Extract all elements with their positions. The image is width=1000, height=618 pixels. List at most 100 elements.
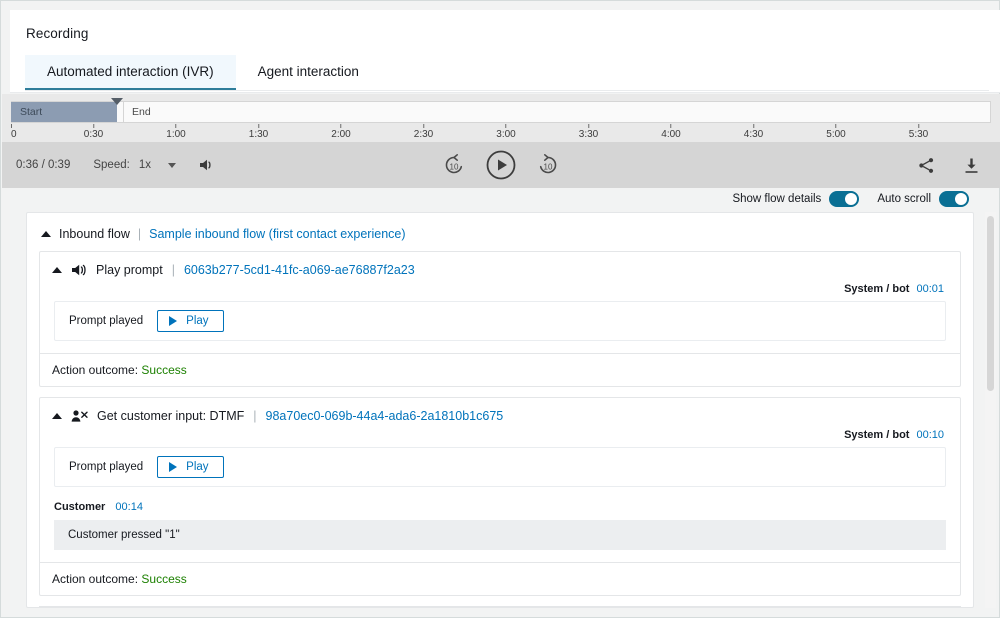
speaker-row: System / bot 00:10 <box>40 425 960 441</box>
action-outcome: Action outcome: Success <box>40 353 960 386</box>
recording-page: Recording Automated interaction (IVR) Ag… <box>0 0 1000 618</box>
page-title: Recording <box>26 26 88 41</box>
player-controls: 0:36 / 0:39 Speed: 1x 10 <box>2 142 1000 188</box>
prompt-played-row: Prompt played Play <box>54 301 946 341</box>
timeline-tick: 0:30 <box>84 124 103 140</box>
forward-10-icon[interactable]: 10 <box>535 152 561 178</box>
tab-agent-interaction-label: Agent interaction <box>258 64 359 79</box>
player-time: 0:36 / 0:39 <box>16 159 70 171</box>
timeline-tick-label: 4:00 <box>661 129 680 140</box>
timeline-tick-mark <box>506 124 507 128</box>
prompt-play-button[interactable]: Play <box>157 456 223 478</box>
tab-automated-interaction[interactable]: Automated interaction (IVR) <box>25 55 236 90</box>
flow-link[interactable]: Sample inbound flow (first contact exper… <box>149 227 405 241</box>
timeline-tick-mark <box>753 124 754 128</box>
rewind-10-icon[interactable]: 10 <box>441 152 467 178</box>
timeline-tick-mark <box>588 124 589 128</box>
timeline-tick-mark <box>11 124 12 128</box>
action-outcome: Action outcome: Success <box>40 562 960 595</box>
prompt-played-label: Prompt played <box>69 315 143 327</box>
tab-agent-interaction[interactable]: Agent interaction <box>236 55 381 90</box>
timeline-tick-mark <box>836 124 837 128</box>
timeline-segment-end[interactable]: End <box>123 102 990 122</box>
flow-block-id-link[interactable]: 6063b277-5cd1-41fc-a069-ae76887f2a23 <box>184 263 415 277</box>
show-flow-details-switch[interactable] <box>829 191 859 207</box>
timeline-tick-label: 2:30 <box>414 129 433 140</box>
timeline-start-label: Start <box>11 106 42 118</box>
action-outcome-value: Success <box>141 572 186 586</box>
action-outcome-prefix: Action outcome: <box>52 363 141 377</box>
timeline-end-label: End <box>124 106 151 118</box>
collapse-block-icon[interactable] <box>52 267 62 273</box>
recording-card: Recording Automated interaction (IVR) Ag… <box>10 10 1000 93</box>
collapse-block-icon[interactable] <box>52 413 62 419</box>
svg-text:10: 10 <box>450 163 459 172</box>
flow-scrollbar-thumb[interactable] <box>987 216 994 391</box>
flow-block-id-link[interactable]: 98a70ec0-069b-44a4-ada6-2a1810b1c675 <box>266 409 504 423</box>
timeline-tick-label: 1:30 <box>249 129 268 140</box>
timeline: Start End 00:301:001:302:002:303:003:304… <box>2 94 1000 142</box>
play-button[interactable] <box>485 149 517 181</box>
svg-text:10: 10 <box>544 163 553 172</box>
speaker-timestamp[interactable]: 00:01 <box>916 283 944 295</box>
flow-name: Inbound flow <box>59 227 130 241</box>
timeline-tick-label: 4:30 <box>744 129 763 140</box>
timeline-segment-start[interactable]: Start <box>11 102 117 122</box>
timeline-tick-label: 5:00 <box>826 129 845 140</box>
play-triangle-icon <box>169 462 177 472</box>
timeline-tick-mark <box>423 124 424 128</box>
timeline-tick-mark <box>341 124 342 128</box>
customer-utterance: Customer pressed "1" <box>54 520 946 550</box>
speed-value[interactable]: 1x <box>139 159 151 171</box>
flow-options: Show flow details Auto scroll <box>732 191 969 207</box>
collapse-flow-icon[interactable] <box>41 231 51 237</box>
timeline-tick-mark <box>93 124 94 128</box>
timeline-tick: 4:30 <box>744 124 763 140</box>
action-outcome-prefix: Action outcome: <box>52 572 141 586</box>
timeline-tick-label: 0:30 <box>84 129 103 140</box>
timeline-tick-mark <box>671 124 672 128</box>
flow-block-get-customer-input: Get customer input: DTMF | 98a70ec0-069b… <box>39 397 961 596</box>
timeline-tick: 1:00 <box>166 124 185 140</box>
show-flow-details-toggle[interactable]: Show flow details <box>732 191 859 207</box>
flow-scrollbar[interactable] <box>985 212 996 608</box>
chevron-down-icon[interactable] <box>168 163 176 168</box>
timeline-tick: 2:30 <box>414 124 433 140</box>
show-flow-details-label: Show flow details <box>732 193 821 205</box>
flow-outcome: Flow outcome: Transfered to flow <box>39 606 961 608</box>
prompt-play-label: Play <box>186 461 208 473</box>
customer-row: Customer 00:14 <box>40 487 960 513</box>
timeline-tick: 1:30 <box>249 124 268 140</box>
timeline-tick-label: 0 <box>11 129 17 140</box>
auto-scroll-switch[interactable] <box>939 191 969 207</box>
prompt-played-label: Prompt played <box>69 461 143 473</box>
timeline-tick-label: 1:00 <box>166 129 185 140</box>
timeline-tick: 3:30 <box>579 124 598 140</box>
flow-block-title: Play prompt <box>96 263 163 277</box>
customer-timestamp[interactable]: 00:14 <box>115 501 143 513</box>
timeline-track[interactable]: Start End <box>11 101 991 123</box>
auto-scroll-toggle[interactable]: Auto scroll <box>877 191 969 207</box>
flow-block-separator: | <box>253 409 256 423</box>
player-right-group <box>918 142 980 188</box>
prompt-play-label: Play <box>186 315 208 327</box>
timeline-tick: 2:00 <box>331 124 350 140</box>
speaker-name: System / bot <box>844 429 909 441</box>
timeline-tick: 4:00 <box>661 124 680 140</box>
prompt-played-row: Prompt played Play <box>54 447 946 487</box>
flow-header: Inbound flow | Sample inbound flow (firs… <box>27 213 973 251</box>
prompt-play-button[interactable]: Play <box>157 310 223 332</box>
action-outcome-value: Success <box>141 363 186 377</box>
timeline-ruler: 00:301:001:302:002:303:003:304:004:305:0… <box>11 124 991 142</box>
flow-block-header: Get customer input: DTMF | 98a70ec0-069b… <box>40 398 960 425</box>
speaker-name: System / bot <box>844 283 909 295</box>
speaker-timestamp[interactable]: 00:10 <box>916 429 944 441</box>
volume-icon[interactable] <box>199 158 214 172</box>
timeline-playhead-marker[interactable] <box>111 98 123 105</box>
player-left-group: 0:36 / 0:39 Speed: 1x <box>2 158 214 172</box>
download-icon[interactable] <box>963 157 980 174</box>
timeline-tick-mark <box>918 124 919 128</box>
flow-block-header: Play prompt | 6063b277-5cd1-41fc-a069-ae… <box>40 252 960 279</box>
share-icon[interactable] <box>918 157 935 174</box>
timeline-tick-mark <box>176 124 177 128</box>
